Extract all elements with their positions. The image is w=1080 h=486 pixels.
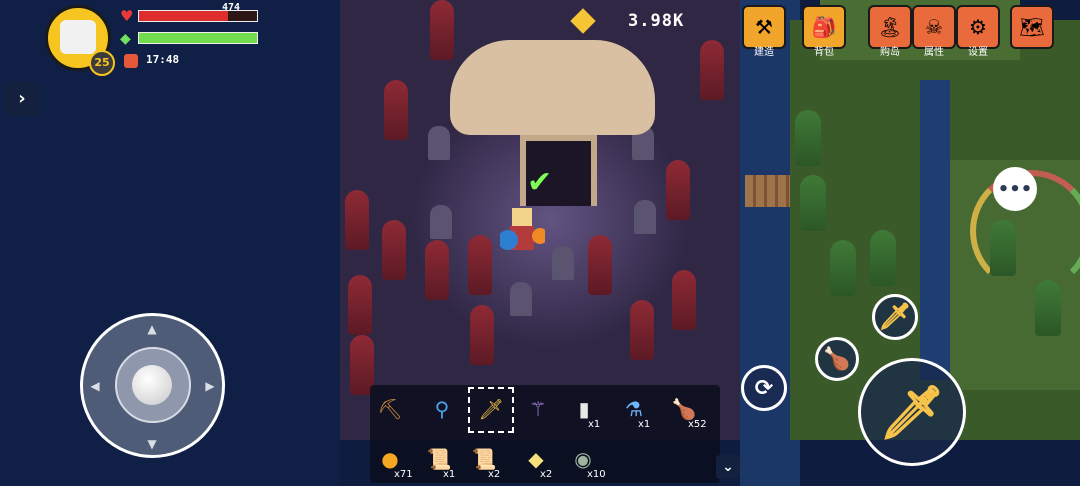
game-time: 17:48 <box>146 53 180 66</box>
item-count: x10 <box>587 469 606 480</box>
health-value: 474 <box>222 2 241 13</box>
hotbar-slot[interactable]: 🗡 <box>473 391 509 427</box>
gravestone <box>428 126 450 160</box>
red-tree <box>425 240 449 300</box>
sword-icon: 🗡 <box>478 397 504 421</box>
chat-button[interactable]: ••• <box>993 167 1037 211</box>
anvil-icon: ⚒ <box>755 15 773 39</box>
potion-icon: ⚗ <box>625 397 643 421</box>
pickaxe-icon: ⛏ <box>377 397 403 421</box>
clock-icon <box>124 54 138 68</box>
orange-icon: ● <box>381 447 399 471</box>
gem-count: 3.98K <box>628 11 685 31</box>
red-tree <box>468 235 492 295</box>
orb-icon: ◉ <box>574 447 592 471</box>
red-tree <box>345 190 369 250</box>
arrow-down-icon: ▼ <box>147 437 157 451</box>
gear-icon: ⚙ <box>969 15 987 39</box>
gravestone <box>634 200 656 234</box>
island-icon: 🏝 <box>877 15 903 39</box>
gravestone <box>430 205 452 239</box>
hotbar-slot[interactable]: ⚲ <box>424 391 460 427</box>
gravestone <box>510 282 532 316</box>
arrow-up-icon: ▲ <box>147 322 157 336</box>
arrow-left-icon: ◀ <box>90 379 100 393</box>
wooden-bridge <box>745 175 790 207</box>
health-bar-fill <box>139 11 228 21</box>
player-character <box>498 200 548 260</box>
scroll-icon: 📜 <box>471 447 497 471</box>
sword-icon: 🗡 <box>878 382 945 443</box>
red-tree <box>384 80 408 140</box>
green-tree <box>830 240 856 296</box>
red-tree <box>672 270 696 330</box>
joystick-knob[interactable] <box>132 365 172 405</box>
hotbar-slot[interactable]: ⚚ <box>520 391 556 427</box>
skull-shrine-roof <box>450 40 655 135</box>
skull-icon: ☠ <box>925 15 943 39</box>
energy-bar-fill <box>139 33 257 43</box>
menu-label: 购岛 <box>880 47 900 58</box>
checkmark-icon: ✔ <box>527 165 553 200</box>
meat-icon: 🍗 <box>671 397 697 421</box>
sword-icon: 🗡 <box>878 302 912 332</box>
green-tree <box>990 220 1016 276</box>
backpack-icon: 🎒 <box>811 15 837 39</box>
menu-button-map[interactable]: 🗺 <box>1010 5 1054 49</box>
green-tree <box>1035 280 1061 336</box>
menu-label: 建造 <box>754 47 774 58</box>
menu-label: 背包 <box>814 47 834 58</box>
menu-label: 属性 <box>924 47 944 58</box>
energy-icon: ◆ <box>120 31 131 47</box>
gravestone <box>552 246 574 280</box>
red-tree <box>348 275 372 335</box>
scroll-icon: 📜 <box>426 447 452 471</box>
item-count: x71 <box>394 469 413 480</box>
eat-button[interactable]: 🍗 <box>815 337 859 381</box>
item-count: x1 <box>638 419 651 430</box>
staff-icon: ⚚ <box>529 397 547 421</box>
cake-icon: ◆ <box>528 447 544 471</box>
chat-icon: ••• <box>997 178 1033 200</box>
side-panel-toggle[interactable]: › <box>5 82 39 116</box>
meat-icon: 🍗 <box>823 346 851 372</box>
water-channel <box>920 80 950 380</box>
heart-icon: ♥ <box>120 7 134 25</box>
arrow-right-icon: ▶ <box>205 379 215 393</box>
red-tree <box>588 235 612 295</box>
item-count: x52 <box>688 419 707 430</box>
green-tree <box>870 230 896 286</box>
red-tree <box>666 160 690 220</box>
shovel-icon: ⚲ <box>434 397 450 421</box>
red-tree <box>630 300 654 360</box>
level-badge: 25 <box>89 50 115 76</box>
dash-button[interactable]: ⟳ <box>741 365 787 411</box>
map-icon: 🗺 <box>1019 15 1045 39</box>
hotbar-slot[interactable]: ⛏ <box>372 391 408 427</box>
menu-label: 设置 <box>968 47 988 58</box>
red-tree <box>700 40 724 100</box>
dash-icon: ⟳ <box>754 375 774 401</box>
red-tree <box>430 0 454 60</box>
avatar-face <box>60 20 96 54</box>
red-tree <box>470 305 494 365</box>
green-tree <box>795 110 821 166</box>
bottle-icon: ▮ <box>578 397 590 421</box>
attack-button[interactable]: 🗡 <box>858 358 966 466</box>
energy-bar <box>138 32 258 44</box>
game-screen[interactable]: ✔ 25 ♥ 474 ◆ 17:48 › 3.98K ⚒ 建造 🎒 背包 🏝 购岛 ☠ 属性 ⚙… <box>0 0 1080 486</box>
item-count: x1 <box>443 469 456 480</box>
green-tree <box>800 175 826 231</box>
item-count: x2 <box>488 469 501 480</box>
sword-skill-button[interactable]: 🗡 <box>872 294 918 340</box>
item-count: x1 <box>588 419 601 430</box>
chevron-down-icon[interactable]: ⌄ <box>716 455 740 479</box>
red-tree <box>382 220 406 280</box>
item-count: x2 <box>540 469 553 480</box>
